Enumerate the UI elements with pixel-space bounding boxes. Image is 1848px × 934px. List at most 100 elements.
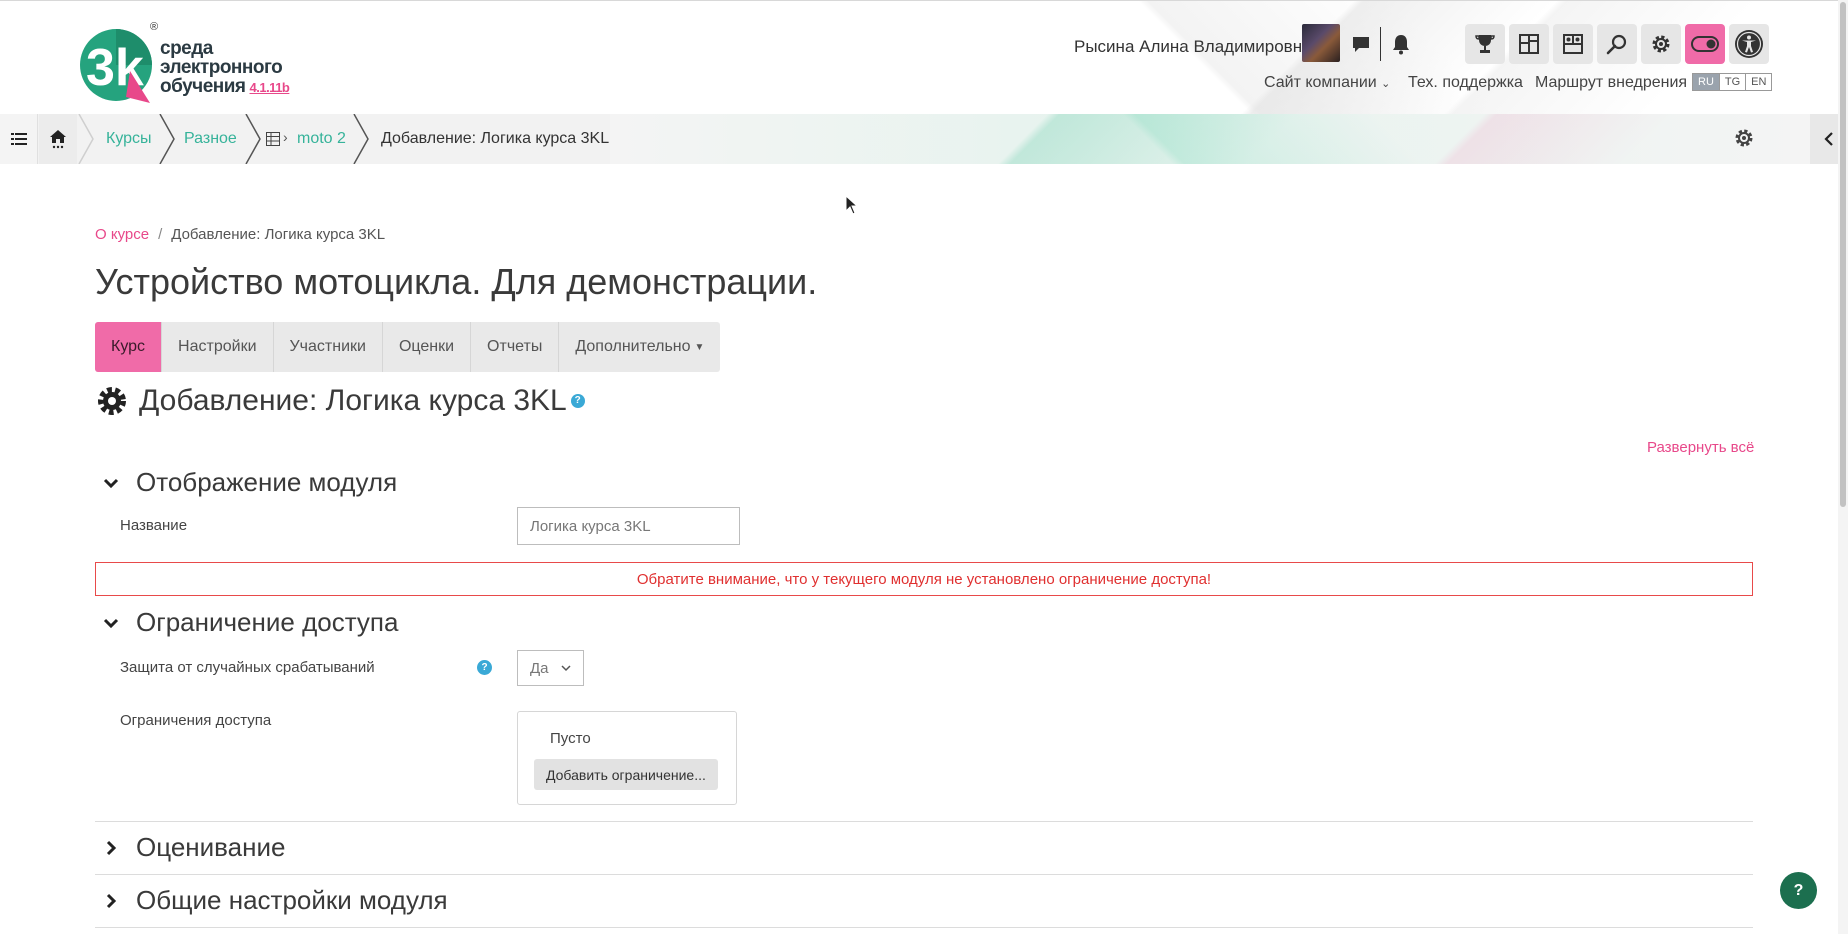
- gear-icon: [1735, 129, 1753, 147]
- search-icon: [1606, 34, 1627, 55]
- help-fab-button[interactable]: ?: [1780, 872, 1817, 909]
- accessibility-icon: [1735, 30, 1763, 58]
- gear-icon: [98, 387, 126, 415]
- section-access-heading: Ограничение доступа: [136, 607, 399, 637]
- restrictions-empty-text: Пусто: [550, 730, 591, 747]
- breadcrumb-item-moto2[interactable]: moto 2: [297, 130, 346, 148]
- protect-select[interactable]: Да: [517, 650, 584, 686]
- lang-tg[interactable]: TG: [1719, 74, 1747, 90]
- page-title: Устройство мотоцикла. Для демонстрации.: [95, 261, 818, 302]
- page-breadcrumb-current: Добавление: Логика курса 3KL: [171, 226, 386, 243]
- section-common-toggle[interactable]: Общие настройки модуля: [102, 885, 448, 916]
- breadcrumb-chevron-icon: [159, 114, 175, 164]
- access-warning: Обратите внимание, что у текущего модуля…: [95, 562, 1753, 596]
- section-grading-heading: Оценивание: [136, 832, 286, 862]
- expand-all-link[interactable]: Развернуть всё: [1647, 439, 1754, 456]
- tab-reports[interactable]: Отчеты: [471, 322, 560, 372]
- 3kl-logo-icon: 3k: [80, 29, 152, 103]
- logo-line-2: электронного: [160, 57, 283, 78]
- tab-grades[interactable]: Оценки: [383, 322, 472, 372]
- user-name[interactable]: Рысина Алина Владимировна: [1074, 37, 1312, 57]
- page-breadcrumb: О курсе / Добавление: Логика курса 3KL: [95, 226, 385, 243]
- chevron-down-icon: [103, 618, 119, 628]
- breadcrumb-item-misc[interactable]: Разное: [184, 130, 237, 148]
- home-button[interactable]: [39, 114, 77, 164]
- section-access-toggle[interactable]: Ограничение доступа: [102, 607, 398, 638]
- page-scrollbar[interactable]: [1838, 0, 1848, 934]
- tab-course[interactable]: Курс: [95, 322, 163, 372]
- chevron-right-icon: [106, 840, 117, 855]
- section-grading-toggle[interactable]: Оценивание: [102, 832, 286, 863]
- chevron-down-icon: ▼: [694, 341, 705, 353]
- logo-registered-mark: ®: [150, 21, 159, 33]
- section-common-heading: Общие настройки модуля: [136, 885, 448, 915]
- tab-participants[interactable]: Участники: [274, 322, 383, 372]
- breadcrumb-item-courses[interactable]: Курсы: [106, 130, 152, 148]
- protect-label: Защита от случайных срабатываний: [120, 659, 375, 676]
- section-display-toggle[interactable]: Отображение модуля: [102, 467, 397, 498]
- name-label: Название: [120, 517, 188, 534]
- mouse-cursor-icon: [845, 195, 859, 215]
- accessibility-button[interactable]: [1729, 24, 1769, 64]
- gallery-button[interactable]: [1553, 24, 1593, 64]
- trophy-icon: [1475, 35, 1495, 53]
- settings-button[interactable]: [1641, 24, 1681, 64]
- breadcrumb-bar: Курсы Разное › moto 2 Добавление: Логика…: [0, 114, 1848, 164]
- dashboard-icon: [1519, 34, 1539, 54]
- name-input[interactable]: Логика курса 3KL: [517, 507, 740, 545]
- breadcrumb: Курсы Разное › moto 2 Добавление: Логика…: [0, 114, 610, 164]
- chevron-down-icon: ⌄: [1381, 78, 1391, 90]
- logo-line-1: среда: [160, 38, 213, 59]
- page-settings-button[interactable]: [1732, 126, 1758, 152]
- help-icon[interactable]: ?: [570, 394, 585, 408]
- messages-icon[interactable]: [1348, 31, 1374, 57]
- small-chevron-icon: ›: [283, 129, 288, 145]
- tab-more[interactable]: Дополнительно ▼: [559, 322, 720, 372]
- chevron-right-icon: [106, 893, 117, 908]
- lang-ru[interactable]: RU: [1693, 74, 1720, 90]
- home-icon: [50, 130, 66, 149]
- tab-settings[interactable]: Настройки: [162, 322, 274, 372]
- module-heading-text: Добавление: Логика курса 3KL: [139, 384, 567, 417]
- section-divider: [95, 821, 1753, 822]
- breadcrumb-chevron-icon: [245, 114, 261, 164]
- gallery-icon: [1563, 34, 1583, 54]
- breadcrumb-background-pattern: [610, 114, 1810, 164]
- trophy-button[interactable]: [1465, 24, 1505, 64]
- logo-line-3-text: обучения: [160, 76, 246, 97]
- support-link[interactable]: Тех. поддержка: [1408, 74, 1523, 92]
- header-separator: [1380, 27, 1381, 61]
- site-header: 3k ® среда электронного обучения 4.1.11b …: [0, 0, 1848, 114]
- section-display-heading: Отображение модуля: [136, 467, 398, 497]
- avatar[interactable]: [1302, 24, 1340, 62]
- list-icon: [10, 133, 27, 145]
- site-logo[interactable]: 3k ® среда электронного обучения 4.1.11b: [78, 19, 298, 109]
- section-divider: [95, 874, 1753, 875]
- theme-toggle-button[interactable]: [1685, 24, 1725, 64]
- route-link[interactable]: Маршрут внедрения: [1535, 74, 1687, 92]
- chevron-down-icon: [103, 478, 119, 488]
- section-divider: [95, 927, 1753, 928]
- logo-line-3: обучения 4.1.11b: [160, 76, 290, 97]
- search-button[interactable]: [1597, 24, 1637, 64]
- dashboard-button[interactable]: [1509, 24, 1549, 64]
- restrictions-box: Пусто Добавить ограничение...: [517, 711, 737, 805]
- logo-text: среда электронного обучения 4.1.11b: [160, 38, 290, 97]
- restrictions-label: Ограничения доступа: [120, 712, 272, 729]
- breadcrumb-chevron-icon: [353, 114, 369, 164]
- scrollbar-thumb[interactable]: [1840, 2, 1846, 507]
- lang-en[interactable]: EN: [1746, 74, 1772, 90]
- chevron-left-icon: [1824, 132, 1833, 146]
- logo-version: 4.1.11b: [249, 80, 290, 95]
- menu-toggle-button[interactable]: [0, 114, 38, 164]
- breadcrumb-current: Добавление: Логика курса 3KL: [381, 130, 610, 147]
- breadcrumb-chevron-icon: [78, 114, 94, 164]
- company-site-link[interactable]: Сайт компании ⌄: [1264, 74, 1390, 92]
- add-restriction-button[interactable]: Добавить ограничение...: [534, 759, 718, 790]
- company-site-label: Сайт компании: [1264, 74, 1377, 91]
- bell-icon[interactable]: [1388, 31, 1414, 57]
- course-nav-tabs: Курс Настройки Участники Оценки Отчеты Д…: [95, 322, 721, 372]
- gear-icon: [1652, 35, 1670, 53]
- about-course-link[interactable]: О курсе: [95, 226, 149, 243]
- help-icon[interactable]: ?: [477, 660, 492, 675]
